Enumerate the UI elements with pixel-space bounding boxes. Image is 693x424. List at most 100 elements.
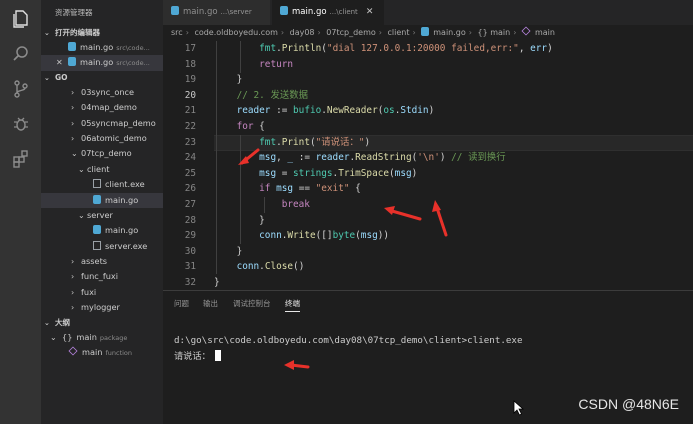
breadcrumb-item[interactable]: day08 — [290, 28, 315, 37]
annotation-arrow — [238, 148, 260, 165]
code-line[interactable]: 31 conn.Close() — [163, 259, 693, 275]
tree-folder[interactable]: ⌄ client — [41, 162, 163, 177]
line-number: 22 — [184, 121, 196, 132]
mouse-pointer-icon — [513, 400, 525, 416]
function-icon — [68, 346, 78, 356]
go-folder-header[interactable]: ⌄ GO — [41, 71, 163, 85]
outline-header[interactable]: ⌄ 大纲 — [41, 316, 163, 330]
tree-folder[interactable]: › func_fuxi — [41, 269, 163, 284]
line-number: 30 — [184, 245, 196, 257]
line-number: 24 — [184, 152, 196, 164]
explorer-title: 资源管理器 — [55, 8, 93, 17]
code-line[interactable]: 22 for { — [163, 119, 693, 135]
code-text: } — [214, 214, 265, 226]
code-line[interactable]: 30 } — [163, 244, 693, 260]
outline-item[interactable]: main function — [41, 345, 163, 360]
breadcrumb: src › code.oldboyedu.com › day08 › 07tcp_de… — [163, 25, 693, 41]
tree-folder[interactable]: ⌄ server — [41, 208, 163, 223]
chevron-right-icon: › — [71, 287, 75, 297]
open-editors-header[interactable]: ⌄ 打开的编辑器 — [41, 26, 163, 40]
line-number: 19 — [184, 74, 196, 86]
go-file-icon — [68, 42, 76, 51]
breadcrumb-item[interactable]: code.oldboyedu.com — [194, 28, 277, 37]
go-file-icon — [171, 6, 179, 15]
tree-folder[interactable]: ⌄ 07tcp_demo — [41, 146, 163, 161]
terminal-prompt-line[interactable]: 请说话： — [174, 348, 221, 362]
editor-tabs: main.go ...\server main.go ...\client ✕ — [163, 0, 693, 25]
activity-bar — [0, 0, 41, 424]
code-text: reader := bufio.NewReader(os.Stdin) — [236, 105, 435, 117]
exe-file-icon — [93, 179, 101, 189]
tree-file[interactable]: client.exe — [41, 177, 163, 192]
code-text: conn.Write([]byte(msg)) — [259, 230, 390, 242]
chevron-right-icon: › — [71, 118, 75, 128]
extensions-icon[interactable] — [8, 146, 33, 171]
tab-debug-console[interactable]: 调试控制台 — [233, 298, 271, 309]
tab-problems[interactable]: 问题 — [174, 298, 189, 309]
terminal-line: d:\go\src\code.oldboyedu.com\day08\07tcp… — [174, 335, 523, 346]
tab-client-main[interactable]: main.go ...\client ✕ — [272, 0, 384, 25]
chevron-down-icon: ⌄ — [44, 318, 50, 327]
code-line[interactable]: 26 if msg == "exit" { — [163, 181, 693, 197]
code-line[interactable]: 21 reader := bufio.NewReader(os.Stdin) — [163, 103, 693, 119]
close-icon[interactable]: ✕ — [56, 55, 63, 70]
chevron-right-icon: › — [71, 257, 75, 267]
breadcrumb-item[interactable]: main.go — [433, 28, 466, 37]
breadcrumb-item[interactable]: 07tcp_demo — [326, 28, 375, 37]
tree-folder[interactable]: › 04map_demo — [41, 100, 163, 115]
tree-folder[interactable]: › 03sync_once — [41, 85, 163, 100]
tree-folder[interactable]: › fuxi — [41, 285, 163, 300]
tree-folder[interactable]: › 06atomic_demo — [41, 131, 163, 146]
code-text: if msg == "exit" { — [259, 183, 361, 195]
code-line[interactable]: 32} — [163, 275, 693, 290]
outline-item[interactable]: ⌄ {} main package — [41, 330, 163, 345]
go-file-icon — [68, 57, 76, 67]
code-text: // 2. 发送数据 — [236, 89, 308, 101]
breadcrumb-item[interactable]: src — [171, 28, 183, 37]
annotation-arrow — [384, 206, 422, 221]
code-line[interactable]: 20 // 2. 发送数据 — [163, 88, 693, 104]
line-number: 25 — [184, 167, 196, 179]
code-line[interactable]: 17 fmt.Println("dial 127.0.0.1:20000 fai… — [163, 41, 693, 57]
tab-terminal[interactable]: 终端 — [285, 298, 300, 312]
files-icon[interactable] — [8, 6, 33, 31]
search-icon[interactable] — [8, 41, 33, 66]
source-control-icon[interactable] — [8, 76, 33, 101]
line-number: 29 — [184, 230, 196, 242]
line-number: 32 — [184, 277, 196, 288]
chevron-right-icon: › — [71, 272, 75, 282]
breadcrumb-item[interactable]: client — [388, 28, 410, 37]
line-number: 17 — [184, 43, 196, 54]
tree-folder[interactable]: › 05syncmap_demo — [41, 116, 163, 131]
line-number: 27 — [184, 199, 196, 210]
breadcrumb-item[interactable]: main — [535, 28, 555, 37]
tab-server-main[interactable]: main.go ...\server — [163, 0, 270, 25]
code-text: } — [214, 74, 243, 86]
line-number: 31 — [184, 261, 196, 273]
close-icon[interactable]: ✕ — [366, 7, 374, 17]
chevron-down-icon: ⌄ — [78, 164, 85, 174]
chevron-right-icon: › — [71, 87, 75, 97]
line-number: 23 — [184, 136, 196, 148]
tree-file[interactable]: main.go — [41, 223, 163, 238]
code-text: conn.Close() — [236, 261, 305, 273]
code-line[interactable]: 18 return — [163, 57, 693, 73]
open-editor-item-active[interactable]: ✕ main.go src\code... — [41, 55, 163, 71]
tree-file[interactable]: server.exe — [41, 239, 163, 254]
chevron-down-icon: ⌄ — [71, 149, 78, 159]
tree-folder[interactable]: › mylogger — [41, 300, 163, 315]
code-line[interactable]: 19 } — [163, 72, 693, 88]
function-icon — [521, 26, 531, 36]
code-text: break — [281, 199, 310, 210]
line-number: 18 — [184, 58, 196, 70]
annotation-arrow — [284, 360, 310, 370]
tree-file-active[interactable]: main.go — [41, 192, 163, 208]
open-editor-item[interactable]: main.go src\code... — [41, 40, 163, 55]
terminal-cursor — [214, 350, 221, 361]
line-number: 26 — [184, 183, 196, 195]
go-file-icon — [280, 6, 288, 15]
tab-output[interactable]: 输出 — [203, 298, 218, 309]
tree-folder[interactable]: › assets — [41, 254, 163, 269]
debug-icon[interactable] — [8, 111, 33, 136]
breadcrumb-item[interactable]: {} main — [478, 28, 511, 37]
